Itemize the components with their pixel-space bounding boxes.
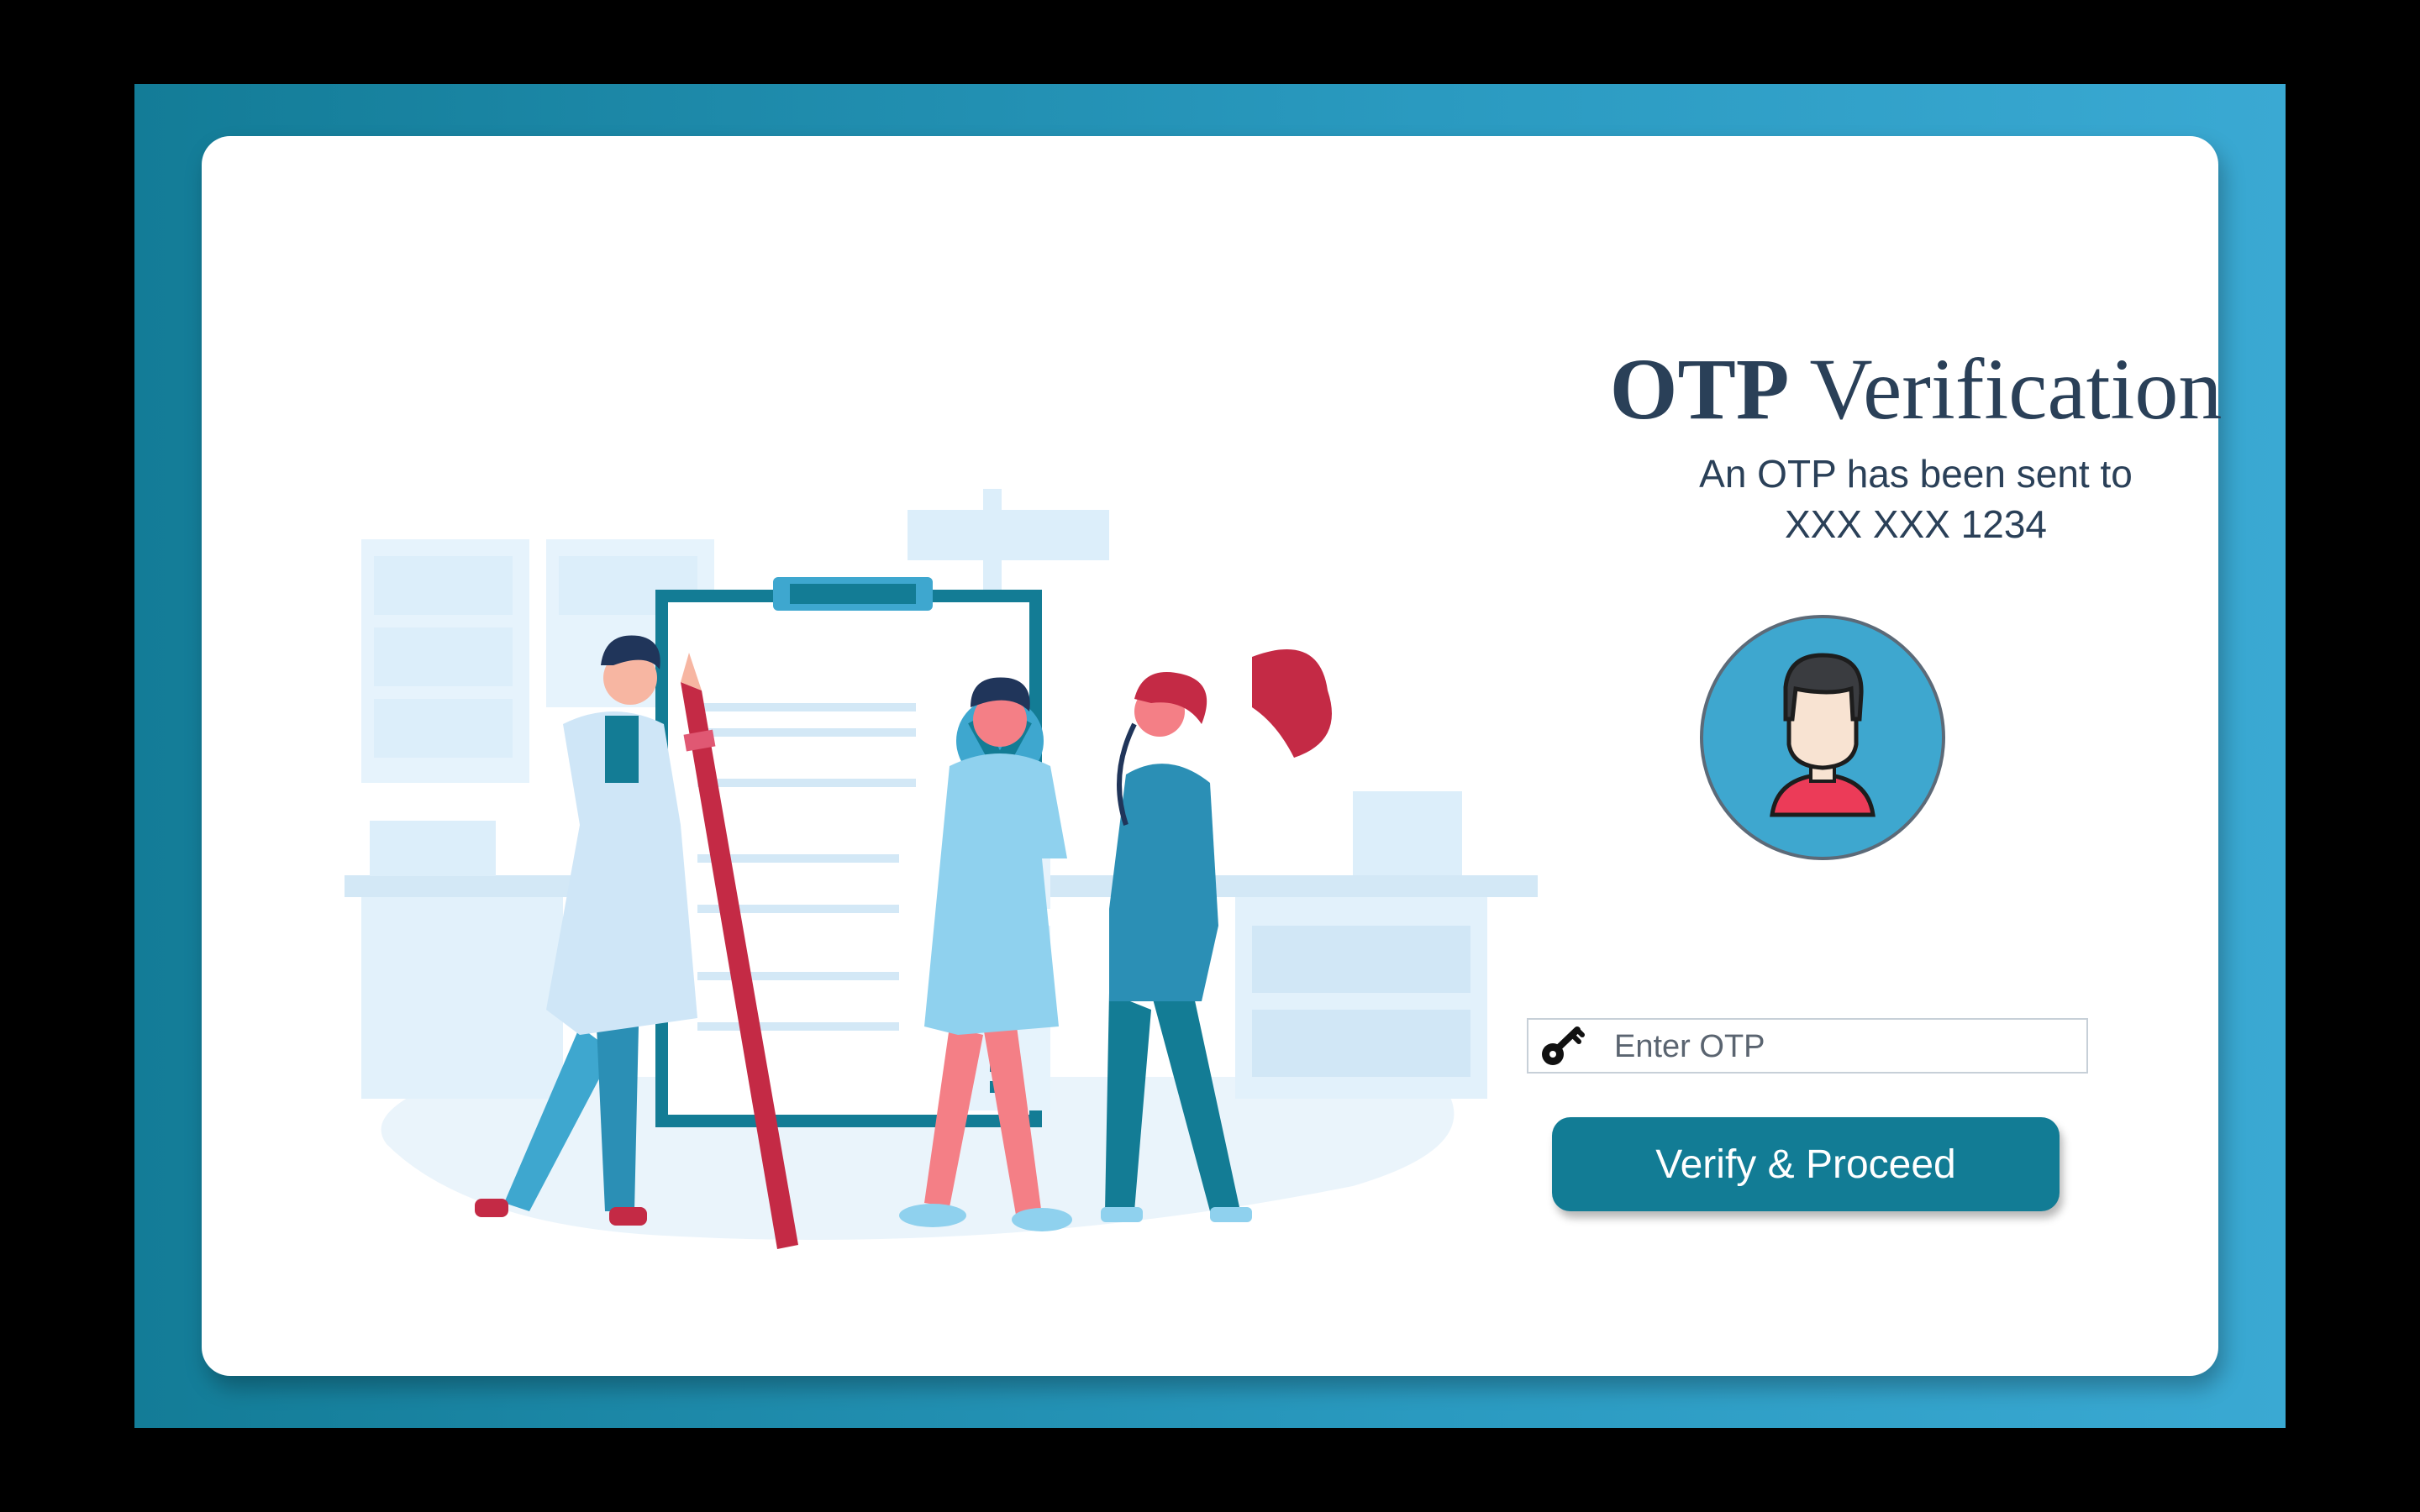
title-bold: OTP: [1609, 341, 1790, 438]
app-frame: OTP Verification An OTP has been sent to…: [134, 84, 2286, 1428]
user-avatar-icon: [1770, 653, 1876, 817]
avatar: [1700, 615, 1945, 860]
otp-field[interactable]: [1527, 1018, 2088, 1074]
otp-sent-message: An OTP has been sent to XXX XXX 1234: [1529, 449, 2302, 549]
medical-checkup-illustration: [345, 489, 1538, 1249]
otp-input[interactable]: [1612, 1025, 2070, 1068]
otp-card: OTP Verification An OTP has been sent to…: [202, 136, 2222, 1376]
page-title: OTP Verification: [1529, 346, 2302, 433]
masked-phone-number: XXX XXX 1234: [1785, 502, 2047, 546]
verify-proceed-button[interactable]: Verify & Proceed: [1552, 1117, 2060, 1211]
key-icon: [1542, 1026, 1585, 1065]
title-rest: Verification: [1789, 341, 2223, 438]
otp-sent-line: An OTP has been sent to: [1699, 452, 2133, 496]
